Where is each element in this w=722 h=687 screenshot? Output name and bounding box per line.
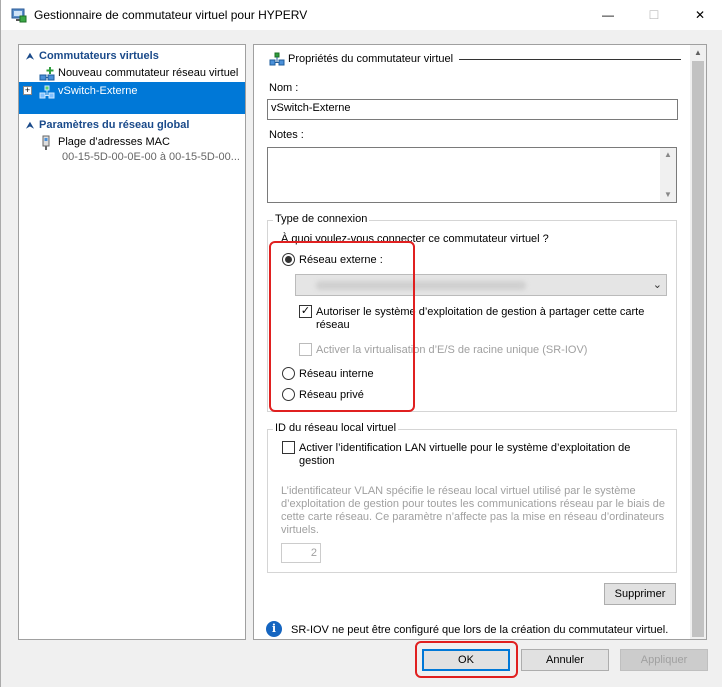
hyperv-manager-icon (11, 8, 27, 23)
vlan-enable-label-line1: Activer l’identification LAN virtuelle p… (299, 442, 631, 454)
group-header-virtual-switches[interactable]: ⮝ Commutateurs virtuels (21, 48, 245, 64)
properties-scrollbar[interactable]: ▲ (690, 45, 706, 639)
vlan-id-input[interactable]: 2 (281, 543, 321, 563)
new-switch-label: Nouveau commutateur réseau virtuel (58, 67, 239, 79)
collapse-chevron-icon[interactable]: ⮝ (21, 120, 39, 131)
scroll-up-arrow-icon[interactable]: ▲ (690, 45, 706, 61)
info-icon: i (266, 621, 282, 637)
tree-item-mac-range[interactable]: Plage d’adresses MAC 00-15-5D-00-0E-00 à… (19, 134, 245, 168)
switch-manager-window: Gestionnaire de commutateur virtuel pour… (0, 0, 722, 687)
name-input[interactable]: vSwitch-Externe (267, 99, 678, 120)
vlan-enable-checkbox[interactable] (282, 441, 295, 454)
minimize-button[interactable]: — (585, 0, 631, 30)
section-divider (459, 59, 681, 60)
cancel-button[interactable]: Annuler (521, 649, 609, 671)
highlight-annotation (415, 641, 518, 678)
notes-label: Notes : (269, 129, 304, 141)
expand-plus-icon[interactable]: + (23, 86, 32, 95)
name-input-value: vSwitch-Externe (271, 102, 351, 114)
maximize-button[interactable]: ☐ (631, 0, 677, 30)
close-button[interactable]: ✕ (677, 0, 722, 30)
delete-button[interactable]: Supprimer (604, 583, 676, 605)
highlight-annotation (269, 241, 415, 412)
mac-range-value: 00-15-5D-00-0E-00 à 00-15-5D-00... (62, 151, 240, 163)
vlan-group-title: ID du réseau local virtuel (273, 422, 399, 434)
scroll-down-arrow-icon[interactable]: ▼ (660, 190, 676, 199)
vlan-description: L’identificateur VLAN spécifie le réseau… (281, 485, 666, 536)
window-title: Gestionnaire de commutateur virtuel pour… (34, 8, 308, 22)
connection-type-title: Type de connexion (273, 213, 370, 225)
new-switch-icon (39, 67, 55, 81)
switch-label: vSwitch-Externe (58, 85, 138, 97)
section-title: Propriétés du commutateur virtuel (269, 51, 453, 67)
vlan-enable-label-line2: gestion (299, 455, 335, 467)
network-adapter-icon (42, 135, 50, 150)
scroll-up-arrow-icon[interactable]: ▲ (660, 150, 676, 159)
group-title-global-network: Paramètres du réseau global (39, 119, 190, 131)
name-label: Nom : (269, 82, 299, 94)
mac-range-label: Plage d’adresses MAC (58, 136, 170, 148)
navigation-tree[interactable]: ⮝ Commutateurs virtuels Nouveau commutat… (18, 44, 246, 640)
notes-scrollbar[interactable]: ▲ ▼ (660, 148, 676, 202)
vlan-id-value: 2 (310, 547, 317, 559)
tree-item-new-switch[interactable]: Nouveau commutateur réseau virtuel (19, 65, 245, 83)
collapse-chevron-icon[interactable]: ⮝ (21, 51, 39, 62)
network-switch-icon (39, 85, 55, 99)
group-title-virtual-switches: Commutateurs virtuels (39, 50, 159, 62)
network-switch-icon (269, 52, 285, 66)
section-title-text: Propriétés du commutateur virtuel (288, 53, 454, 65)
notes-textarea[interactable]: ▲ ▼ (267, 147, 677, 203)
title-bar[interactable]: Gestionnaire de commutateur virtuel pour… (1, 0, 722, 30)
chevron-down-icon[interactable]: ⌄ (653, 278, 662, 291)
group-header-global-network[interactable]: ⮝ Paramètres du réseau global (21, 117, 245, 133)
sriov-info-text: SR-IOV ne peut être configuré que lors d… (291, 624, 669, 636)
tree-item-vswitch-externe[interactable]: + vSwitch-Externe (19, 82, 245, 114)
scroll-thumb[interactable] (692, 61, 704, 637)
apply-button[interactable]: Appliquer (620, 649, 708, 671)
